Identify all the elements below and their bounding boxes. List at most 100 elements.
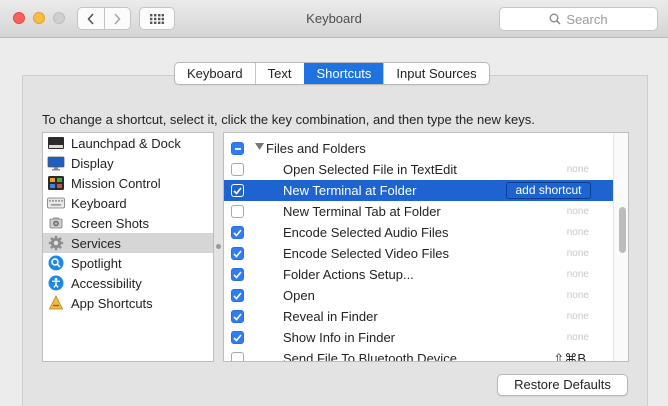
shortcut-checkbox[interactable] xyxy=(231,184,244,197)
back-button[interactable] xyxy=(78,8,104,29)
shortcut-checkbox[interactable] xyxy=(231,331,244,344)
close-window-button[interactable] xyxy=(13,12,25,24)
tab-input-sources[interactable]: Input Sources xyxy=(383,63,488,84)
shortcut-row[interactable]: New Terminal Tab at Folder none xyxy=(224,201,613,222)
category-mission-control[interactable]: Mission Control xyxy=(43,173,213,193)
group-checkbox[interactable] xyxy=(231,142,244,155)
minimize-window-button[interactable] xyxy=(33,12,45,24)
shortcut-row[interactable]: Reveal in Finder none xyxy=(224,306,613,327)
shortcut-key[interactable]: none xyxy=(567,332,589,343)
shortcut-key[interactable]: none xyxy=(567,290,589,301)
search-input[interactable]: Search xyxy=(499,7,658,31)
category-label: App Shortcuts xyxy=(71,295,153,311)
shortcut-checkbox[interactable] xyxy=(231,352,244,361)
shortcut-checkbox[interactable] xyxy=(231,205,244,218)
app-shortcuts-icon xyxy=(47,295,65,311)
add-shortcut-button[interactable]: add shortcut xyxy=(506,182,591,199)
keyboard-icon xyxy=(47,195,65,211)
shortcut-row[interactable]: Folder Actions Setup... none xyxy=(224,264,613,285)
restore-defaults-button[interactable]: Restore Defaults xyxy=(497,374,628,396)
group-row-files-and-folders[interactable]: Files and Folders xyxy=(224,138,613,159)
disclosure-triangle-icon[interactable] xyxy=(255,143,264,151)
title-bar: Keyboard Search xyxy=(0,0,668,38)
shortcut-checkbox[interactable] xyxy=(231,247,244,260)
category-label: Mission Control xyxy=(71,175,161,191)
spotlight-icon xyxy=(47,255,65,271)
shortcut-label: Encode Selected Audio Files xyxy=(283,225,449,240)
checkmark-icon xyxy=(233,186,242,195)
shortcut-label: Folder Actions Setup... xyxy=(283,267,414,282)
gear-icon xyxy=(47,235,65,251)
shortcut-checkbox[interactable] xyxy=(231,310,244,323)
tab-bar: Keyboard Text Shortcuts Input Sources xyxy=(174,62,490,85)
shortcut-key[interactable]: none xyxy=(567,227,589,238)
category-display[interactable]: Display xyxy=(43,153,213,173)
checkmark-icon xyxy=(233,291,242,300)
display-icon xyxy=(47,155,65,171)
category-screen-shots[interactable]: Screen Shots xyxy=(43,213,213,233)
category-spotlight[interactable]: Spotlight xyxy=(43,253,213,273)
category-label: Services xyxy=(71,235,121,251)
category-label: Launchpad & Dock xyxy=(71,135,181,151)
shortcut-row[interactable]: Open Selected File in TextEdit none xyxy=(224,159,613,180)
shortcut-key[interactable]: none xyxy=(567,164,589,175)
shortcut-key[interactable]: none xyxy=(567,311,589,322)
zoom-window-button[interactable] xyxy=(53,12,65,24)
category-list: Launchpad & Dock Display Mission Control… xyxy=(42,132,214,362)
shortcuts-table: Files and Folders Open Selected File in … xyxy=(223,132,629,362)
checkmark-icon xyxy=(233,249,242,258)
scrollbar[interactable] xyxy=(613,133,628,361)
category-label: Accessibility xyxy=(71,275,142,291)
shortcut-row[interactable]: Encode Selected Video Files none xyxy=(224,243,613,264)
window-title: Keyboard xyxy=(306,11,362,26)
shortcut-row[interactable]: Open none xyxy=(224,285,613,306)
shortcut-checkbox[interactable] xyxy=(231,289,244,302)
forward-button[interactable] xyxy=(103,8,131,29)
shortcut-key[interactable]: ⇧⌘B xyxy=(553,351,586,361)
back-forward-group xyxy=(77,7,131,30)
shortcut-label: New Terminal Tab at Folder xyxy=(283,204,441,219)
mission-control-icon xyxy=(47,175,65,191)
shortcut-checkbox[interactable] xyxy=(231,268,244,281)
shortcut-checkbox[interactable] xyxy=(231,226,244,239)
group-label: Files and Folders xyxy=(266,141,366,156)
shortcut-row[interactable]: Show Info in Finder none xyxy=(224,327,613,348)
search-icon xyxy=(549,13,561,25)
launchpad-dock-icon xyxy=(47,135,65,151)
category-label: Screen Shots xyxy=(71,215,150,231)
checkmark-icon xyxy=(233,270,242,279)
shortcut-label: Encode Selected Video Files xyxy=(283,246,449,261)
shortcut-label: Reveal in Finder xyxy=(283,309,378,324)
checkmark-icon xyxy=(233,312,242,321)
tab-text[interactable]: Text xyxy=(254,63,304,84)
screenshot-icon xyxy=(47,215,65,231)
shortcut-label: New Terminal at Folder xyxy=(283,183,417,198)
category-services[interactable]: Services xyxy=(43,233,213,253)
shortcut-row[interactable]: Encode Selected Audio Files none xyxy=(224,222,613,243)
shortcut-checkbox[interactable] xyxy=(231,163,244,176)
split-view-divider[interactable] xyxy=(216,244,221,249)
search-placeholder: Search xyxy=(566,11,608,27)
shortcut-row[interactable]: Send File To Bluetooth Device ⇧⌘B xyxy=(224,348,613,361)
shortcut-row-selected[interactable]: New Terminal at Folder add shortcut xyxy=(224,180,613,201)
chevron-left-icon xyxy=(87,12,94,25)
accessibility-icon xyxy=(47,275,65,291)
shortcut-label: Show Info in Finder xyxy=(283,330,396,345)
tab-shortcuts[interactable]: Shortcuts xyxy=(303,63,384,84)
category-keyboard[interactable]: Keyboard xyxy=(43,193,213,213)
shortcut-label: Open Selected File in TextEdit xyxy=(283,162,457,177)
shortcut-key[interactable]: none xyxy=(567,206,589,217)
category-app-shortcuts[interactable]: App Shortcuts xyxy=(43,293,213,313)
mixed-state-icon xyxy=(234,147,241,150)
instructions-text: To change a shortcut, select it, click t… xyxy=(42,112,535,127)
shortcut-label: Open xyxy=(283,288,315,303)
shortcut-key[interactable]: none xyxy=(567,269,589,280)
scroll-thumb[interactable] xyxy=(619,207,626,253)
category-launchpad-dock[interactable]: Launchpad & Dock xyxy=(43,133,213,153)
show-all-button[interactable] xyxy=(139,7,175,30)
category-label: Spotlight xyxy=(71,255,122,271)
tab-keyboard[interactable]: Keyboard xyxy=(175,63,255,84)
shortcut-key[interactable]: none xyxy=(567,248,589,259)
category-accessibility[interactable]: Accessibility xyxy=(43,273,213,293)
category-label: Display xyxy=(71,155,114,171)
